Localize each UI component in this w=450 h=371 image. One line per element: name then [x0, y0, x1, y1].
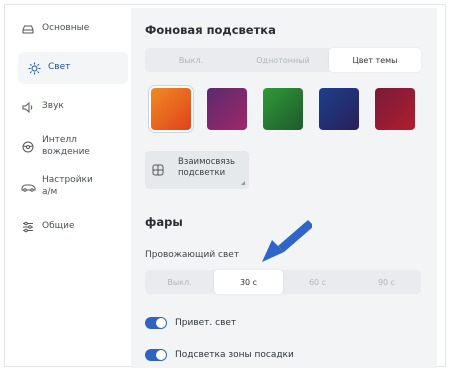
settings-panel: Фоновая подсветка Выкл. Однотонный Цвет …	[131, 8, 437, 368]
welcome-light-row: Привет. свет	[145, 317, 236, 329]
car-icon	[18, 22, 38, 36]
sidebar-item-label: Свет	[48, 62, 71, 73]
ambient-mode-solid[interactable]: Однотонный	[237, 48, 329, 72]
swatch-purple[interactable]	[207, 88, 247, 130]
sidebar-item-label: Настройки а/м	[42, 175, 93, 197]
ambient-light-title: Фоновая подсветка	[145, 23, 276, 37]
sidebar-item-general[interactable]: Общие	[18, 216, 128, 238]
swatch-green[interactable]	[263, 88, 303, 130]
light-link-button[interactable]: Взаимосвязь подсветки	[145, 151, 249, 189]
sidebar-item-light[interactable]: Свет	[18, 52, 128, 84]
light-link-label: Взаимосвязь подсветки	[178, 157, 236, 179]
sidebar-item-vehicle-settings[interactable]: Настройки а/м	[18, 172, 128, 202]
sidebar-item-label: Общие	[42, 221, 75, 232]
ambient-mode-off[interactable]: Выкл.	[145, 48, 237, 72]
pointer-arrow-icon	[262, 220, 312, 262]
sidebar: Основные Свет Звук Интелл вождение Настр	[18, 8, 130, 368]
sidebar-item-sound[interactable]: Звук	[18, 96, 128, 118]
puddle-light-toggle[interactable]	[145, 349, 167, 361]
puddle-light-label: Подсветка зоны посадки	[175, 350, 294, 360]
welcome-light-label: Привет. свет	[175, 318, 237, 328]
sidebar-item-label: Интелл вождение	[42, 135, 90, 157]
link-icon	[151, 162, 165, 181]
puddle-light-row: Подсветка зоны посадки	[145, 349, 294, 361]
car-settings-icon	[18, 180, 38, 194]
sidebar-item-label: Основные	[42, 23, 90, 34]
ambient-mode-selector: Выкл. Однотонный Цвет темы	[145, 48, 421, 72]
follow-me-60s[interactable]: 60 с	[283, 270, 352, 294]
sidebar-item-smart-driving[interactable]: Интелл вождение	[18, 132, 128, 162]
welcome-light-toggle[interactable]	[145, 317, 167, 329]
settings-screen: Основные Свет Звук Интелл вождение Настр	[0, 0, 450, 371]
sun-icon	[24, 61, 44, 75]
swatch-crimson[interactable]	[375, 88, 415, 130]
sidebar-item-basic[interactable]: Основные	[18, 18, 128, 40]
headlights-title: фары	[145, 215, 183, 229]
follow-me-selector: Выкл. 30 с 60 с 90 с	[145, 270, 421, 294]
sliders-icon	[18, 220, 38, 234]
follow-me-90s[interactable]: 90 с	[352, 270, 421, 294]
expand-corner-icon	[241, 181, 245, 185]
color-swatches	[145, 88, 425, 138]
follow-me-off[interactable]: Выкл.	[145, 270, 214, 294]
steering-wheel-icon	[18, 140, 38, 154]
speaker-icon	[18, 100, 38, 114]
ambient-mode-theme[interactable]: Цвет темы	[329, 48, 421, 72]
follow-me-label: Провожающий свет	[145, 250, 240, 260]
sidebar-item-label: Звук	[42, 101, 64, 112]
swatch-navy[interactable]	[319, 88, 359, 130]
swatch-orange[interactable]	[151, 88, 191, 130]
follow-me-30s[interactable]: 30 с	[214, 270, 283, 294]
